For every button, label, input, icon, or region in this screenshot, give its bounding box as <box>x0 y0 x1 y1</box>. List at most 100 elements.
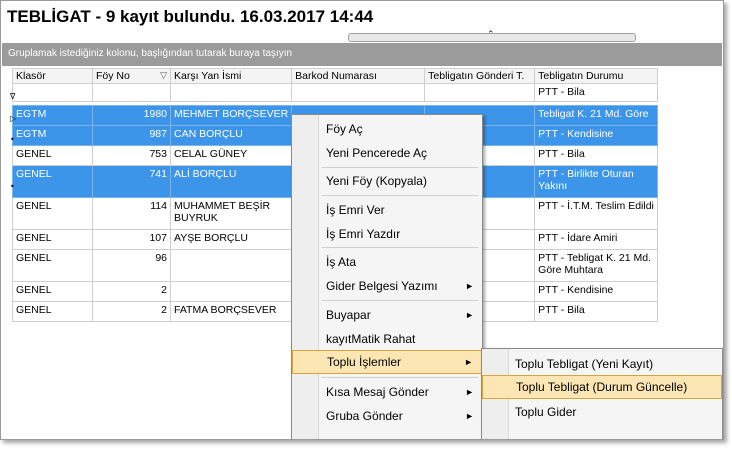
submenu-arrow-icon: ► <box>465 387 474 397</box>
menu-item-toplu-tebligat-guncelle[interactable]: Toplu Tebligat (Durum Güncelle) <box>482 375 722 399</box>
group-hint-text: Gruplamak istediğiniz kolonu, başlığında… <box>8 48 293 59</box>
cell-karsi: CELAL GÜNEY <box>169 145 293 166</box>
current-row-icon: ▷ <box>10 114 17 123</box>
row-mark-icon: • <box>10 182 15 191</box>
cell-durum: PTT - Bila <box>534 301 658 322</box>
menu-item-label: Gruba Gönder <box>326 409 403 423</box>
submenu-toplu-islemler: Toplu Tebligat (Yeni Kayıt) Toplu Teblig… <box>481 348 723 439</box>
menu-item-kayitmatik[interactable]: kayıtMatik Rahat <box>292 327 482 351</box>
window-title: TEBLİGAT - 9 kayıt bulundu. 16.03.2017 1… <box>7 7 374 26</box>
menu-item-is-emri-ver[interactable]: İş Emri Ver <box>292 198 482 222</box>
cell-klasor: EGTM <box>12 105 93 126</box>
cell-foy: 1980 <box>92 105 171 126</box>
menu-item-label: İş Emri Yazdır <box>326 227 401 241</box>
filter-cell-foy[interactable] <box>92 83 171 102</box>
cell-durum: PTT - Kendisine <box>534 281 658 302</box>
menu-separator <box>322 167 478 168</box>
cell-karsi: AYŞE BORÇLU <box>169 229 293 250</box>
menu-item-label: İş Emri Ver <box>326 203 385 217</box>
col-header-durum[interactable]: Tebligatın Durumu <box>534 68 658 84</box>
cell-foy: 114 <box>92 197 171 230</box>
menu-item-label: Yeni Pencerede Aç <box>326 146 427 160</box>
cell-karsi <box>169 281 293 302</box>
cell-karsi: FATMA BORÇSEVER <box>169 301 293 322</box>
cell-karsi: CAN BORÇLU <box>169 125 293 146</box>
cell-durum: PTT - Bila <box>534 145 658 166</box>
cell-durum: Tebligat K. 21 Md. Göre <box>534 105 658 126</box>
menu-item-buyapar[interactable]: Buyapar ► <box>292 303 482 327</box>
col-header-barkod[interactable]: Barkod Numarası <box>291 68 426 84</box>
menu-item-label: Kısa Mesaj Gönder <box>326 385 429 399</box>
cell-durum: PTT - Tebligat K. 21 Md. Göre Muhtara <box>534 249 658 282</box>
cell-karsi <box>169 249 293 282</box>
menu-item-label: Toplu Tebligat (Durum Güncelle) <box>516 380 688 394</box>
cell-karsi: ALİ BORÇLU <box>169 165 293 198</box>
menu-item-label: Toplu İşlemler <box>327 355 402 369</box>
cell-foy: 753 <box>92 145 171 166</box>
cell-foy: 107 <box>92 229 171 250</box>
cell-klasor: GENEL <box>12 301 93 322</box>
menu-item-is-ata[interactable]: İş Ata <box>292 250 482 274</box>
menu-item-label: Toplu Gider <box>515 405 577 419</box>
cell-klasor: EGTM <box>12 125 93 146</box>
col-header-klasor[interactable]: Klasör <box>12 68 93 84</box>
menu-item-gruba-gonder[interactable]: Gruba Gönder ► <box>292 404 482 428</box>
filter-cell-durum[interactable]: PTT - Bila <box>534 83 658 102</box>
cell-klasor: GENEL <box>12 249 93 282</box>
filter-cell-barkod[interactable] <box>291 83 426 102</box>
panel-splitter[interactable]: ⌃ <box>348 30 636 42</box>
menu-item-label: Buyapar <box>326 308 371 322</box>
filter-cell-gonderi[interactable] <box>424 83 536 102</box>
cell-karsi: MUHAMMET BEŞİR BUYRUK <box>169 197 293 230</box>
menu-item-foy-ac[interactable]: Föy Aç <box>292 117 482 141</box>
group-by-panel[interactable]: Gruplamak istediğiniz kolonu, başlığında… <box>2 43 722 66</box>
menu-item-label: Toplu Tebligat (Yeni Kayıt) <box>515 357 654 371</box>
menu-item-label: İş Ata <box>326 255 357 269</box>
menu-item-toplu-islemler[interactable]: Toplu İşlemler ► <box>292 350 482 374</box>
menu-item-yeni-pencerede-ac[interactable]: Yeni Pencerede Aç <box>292 141 482 165</box>
menu-separator <box>322 247 478 248</box>
cell-klasor: GENEL <box>12 145 93 166</box>
menu-separator <box>322 377 478 378</box>
submenu-arrow-icon: ► <box>465 310 474 320</box>
col-header-karsi-yan[interactable]: Karşı Yan İsmi <box>169 68 293 84</box>
filter-row-icon: ∇ <box>10 92 16 101</box>
cell-klasor: GENEL <box>12 281 93 302</box>
cell-klasor: GENEL <box>12 229 93 250</box>
cell-klasor: GENEL <box>12 165 93 198</box>
menu-item-kisa-mesaj[interactable]: Kısa Mesaj Gönder ► <box>292 380 482 404</box>
chevron-up-icon[interactable]: ⌃ <box>487 30 495 40</box>
menu-item-toplu-tebligat-yeni[interactable]: Toplu Tebligat (Yeni Kayıt) <box>482 352 722 376</box>
filter-row[interactable]: PTT - Bila <box>12 83 658 102</box>
window: TEBLİGAT - 9 kayıt bulundu. 16.03.2017 1… <box>0 0 724 440</box>
filter-cell-karsi[interactable] <box>169 83 293 102</box>
submenu-arrow-icon: ► <box>465 281 474 291</box>
cell-durum: PTT - İ.T.M. Teslim Edildi <box>534 197 658 230</box>
menu-item-toplu-gider[interactable]: Toplu Gider <box>482 400 722 424</box>
context-menu: Föy Aç Yeni Pencerede Aç Yeni Föy (Kopya… <box>291 114 483 439</box>
menu-item-yeni-foy-kopyala[interactable]: Yeni Föy (Kopyala) <box>292 169 482 193</box>
submenu-arrow-icon: ► <box>464 357 473 367</box>
cell-foy: 2 <box>92 281 171 302</box>
cell-foy: 2 <box>92 301 171 322</box>
submenu-arrow-icon: ► <box>465 411 474 421</box>
col-header-gonderi[interactable]: Tebligatın Gönderi T. <box>424 68 536 84</box>
cell-foy: 741 <box>92 165 171 198</box>
cell-durum: PTT - Kendisine <box>534 125 658 146</box>
menu-item-is-emri-yazdir[interactable]: İş Emri Yazdır <box>292 222 482 246</box>
col-header-foy-label: Föy No <box>96 70 130 82</box>
filter-cell-klasor[interactable] <box>12 83 93 102</box>
cell-durum: PTT - Birlikte Oturan Yakını <box>534 165 658 198</box>
cell-durum: PTT - İdare Amiri <box>534 229 658 250</box>
menu-item-gider-belgesi[interactable]: Gider Belgesi Yazımı ► <box>292 274 482 298</box>
header-row: Klasör Föy No ▽ Karşı Yan İsmi Barkod Num… <box>12 68 658 84</box>
col-header-foy-no[interactable]: Föy No ▽ <box>92 68 171 84</box>
menu-item-label: kayıtMatik Rahat <box>326 332 416 346</box>
sort-filter-icon[interactable]: ▽ <box>160 70 167 81</box>
menu-separator <box>322 195 478 196</box>
row-mark-icon: • <box>10 135 15 144</box>
cell-foy: 96 <box>92 249 171 282</box>
menu-item-label: Föy Aç <box>326 122 363 136</box>
menu-item-label: Gider Belgesi Yazımı <box>326 279 438 293</box>
cell-karsi: MEHMET BORÇSEVER <box>169 105 293 126</box>
